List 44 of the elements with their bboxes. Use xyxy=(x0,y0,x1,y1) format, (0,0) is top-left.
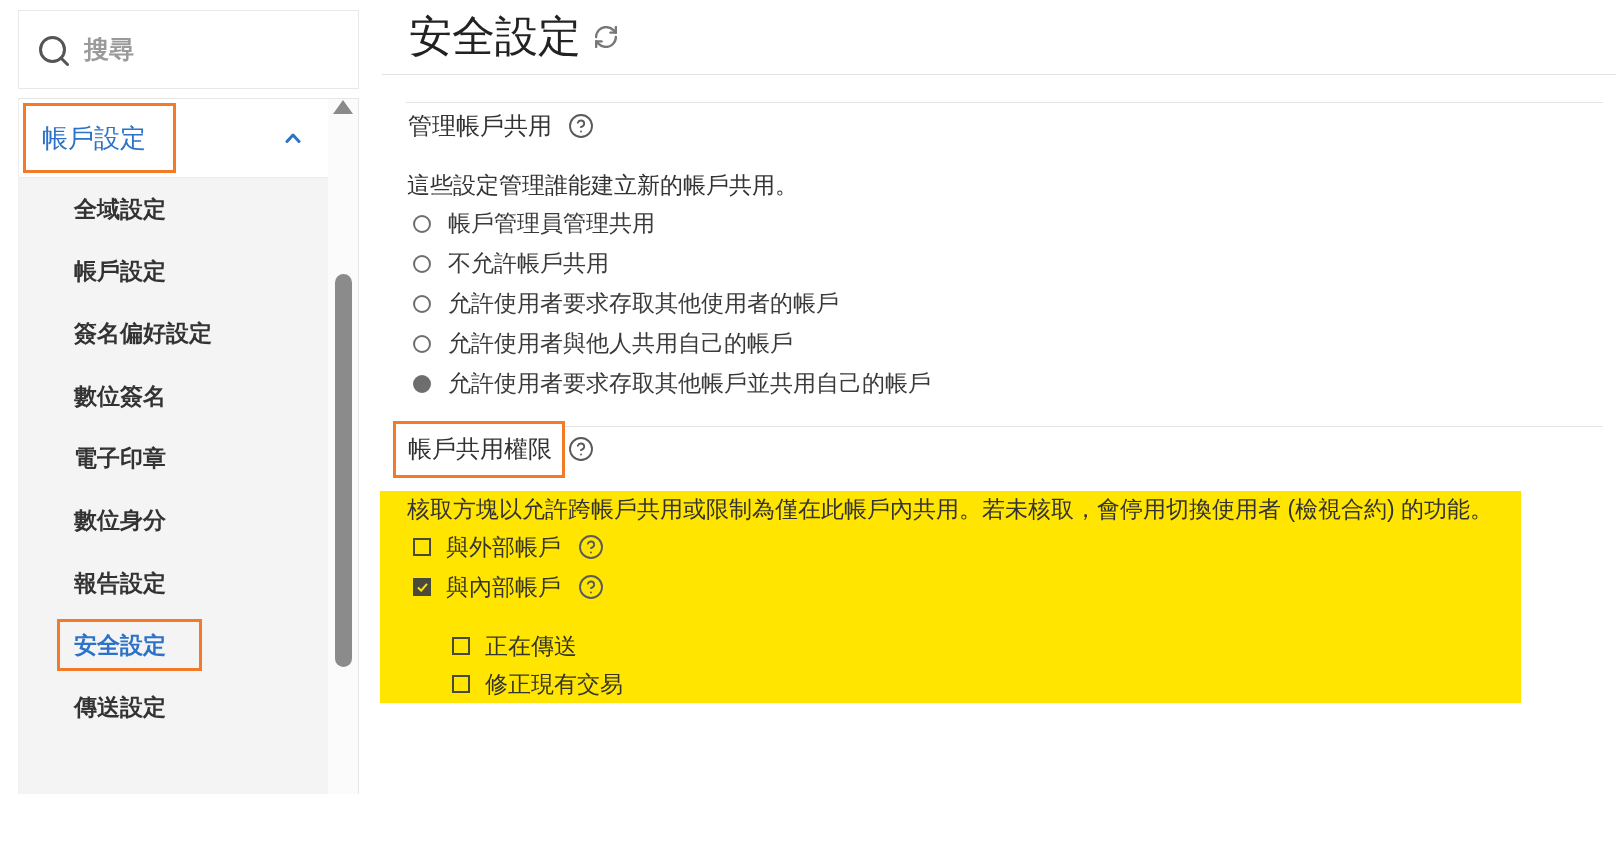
option-label[interactable]: 允許使用者與他人共用自己的帳戶 xyxy=(448,326,793,361)
option-label[interactable]: 與外部帳戶 xyxy=(446,529,561,565)
option-label[interactable]: 允許使用者要求存取其他使用者的帳戶 xyxy=(448,286,839,321)
checkbox[interactable] xyxy=(452,675,470,693)
option-label[interactable]: 不允許帳戶共用 xyxy=(448,246,609,281)
help-icon[interactable] xyxy=(579,535,603,559)
option-label[interactable]: 允許使用者要求存取其他帳戶並共用自己的帳戶 xyxy=(448,366,931,401)
section-description: 這些設定管理誰能建立新的帳戶共用。 xyxy=(407,171,799,201)
chevron-up-icon[interactable] xyxy=(285,133,302,143)
scrollbar-thumb[interactable] xyxy=(334,274,352,667)
sidebar-item[interactable]: 安全設定 xyxy=(57,619,202,672)
checkmark-icon xyxy=(416,582,428,592)
sidebar-item[interactable]: 數位簽名 xyxy=(57,370,202,423)
option-label[interactable]: 與內部帳戶 xyxy=(446,569,561,605)
checkbox[interactable] xyxy=(452,637,470,655)
refresh-icon[interactable] xyxy=(595,26,617,48)
help-icon[interactable] xyxy=(569,437,593,461)
radio-button[interactable] xyxy=(413,374,431,393)
option-label[interactable]: 帳戶管理員管理共用 xyxy=(448,206,655,241)
radio-button[interactable] xyxy=(413,214,431,233)
checkbox[interactable] xyxy=(413,578,431,596)
page-title: 安全設定 xyxy=(409,15,581,59)
radio-button[interactable] xyxy=(413,334,431,353)
sidebar-item[interactable]: 報告設定 xyxy=(57,556,202,609)
radio-button[interactable] xyxy=(413,294,431,313)
sidebar-item[interactable]: 數位身分 xyxy=(57,494,202,547)
help-icon[interactable] xyxy=(579,575,603,599)
scroll-up-arrow-icon[interactable] xyxy=(333,100,354,114)
sidebar-item[interactable]: 電子印章 xyxy=(57,432,202,485)
section-heading: 帳戶共用權限 xyxy=(393,420,565,478)
sidebar-item[interactable]: 全域設定 xyxy=(57,183,202,236)
checkbox[interactable] xyxy=(413,538,431,556)
radio-button[interactable] xyxy=(413,254,431,273)
search-field[interactable]: 搜尋 xyxy=(18,10,359,89)
sidebar-item[interactable]: 帳戶設定 xyxy=(57,245,202,298)
section-description: 核取方塊以允許跨帳戶共用或限制為僅在此帳戶內共用。若未核取，會停用切換使用者 (檢視合約) 的功能。 xyxy=(407,494,1495,524)
help-icon[interactable] xyxy=(569,113,593,138)
sidebar-item[interactable]: 簽名偏好設定 xyxy=(57,307,225,360)
sidebar-item[interactable]: 傳送設定 xyxy=(57,681,202,734)
option-label[interactable]: 修正現有交易 xyxy=(485,666,623,702)
sidebar-group-header[interactable]: 帳戶設定 xyxy=(23,103,176,173)
option-label[interactable]: 正在傳送 xyxy=(485,628,577,664)
search-icon xyxy=(39,36,69,66)
section-heading: 管理帳戶共用 xyxy=(407,110,553,141)
